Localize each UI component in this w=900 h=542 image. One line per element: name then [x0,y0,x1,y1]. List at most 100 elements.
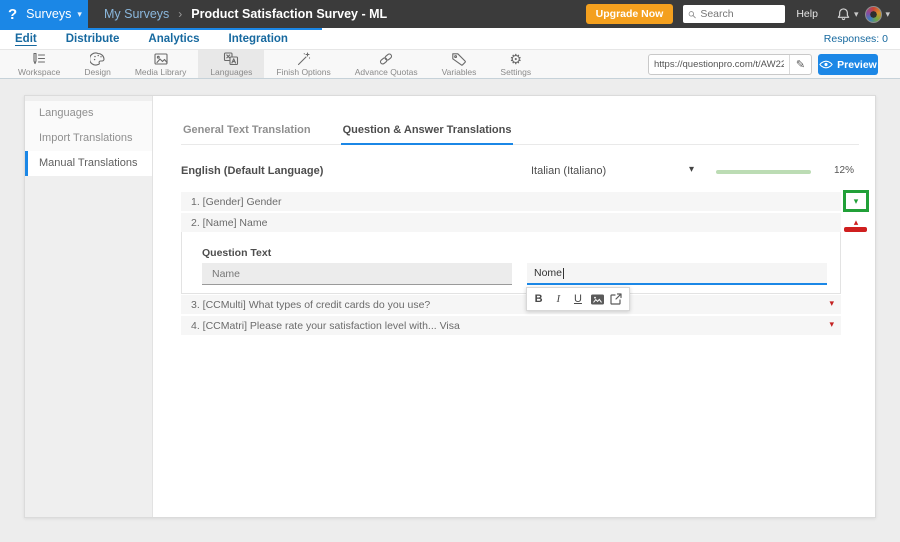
toolbar-label: Languages [210,66,253,77]
workspace-icon [31,52,47,66]
questionpro-logo-icon: ? [8,5,18,23]
edit-toolbar: Workspace Design Media Library Languages… [0,50,900,79]
toolbar-label: Finish Options [276,66,331,77]
sidebar-item-manual-translations[interactable]: Manual Translations [25,151,152,176]
translation-tabs: General Text Translation Question & Answ… [181,124,859,145]
tab-question-answer-translations[interactable]: Question & Answer Translations [340,124,514,145]
external-link-icon [610,293,622,305]
question-row-4[interactable]: 4. [CCMatri] Please rate your satisfacti… [181,316,841,335]
survey-url-box: ✎ [648,54,812,75]
text-cursor [563,267,565,279]
sidebar-item-import-translations[interactable]: Import Translations [25,126,152,151]
question-label: 2. [Name] Name [191,216,268,229]
nav-analytics[interactable]: Analytics [148,33,199,45]
eye-icon [819,60,833,69]
edit-url-button[interactable]: ✎ [789,55,811,74]
translation-text-value: Nome [534,267,563,279]
product-menu[interactable]: ? Surveys ▾ [0,0,88,28]
expand-caret-icon[interactable]: ▾ [829,319,834,330]
product-menu-label: Surveys [26,7,72,21]
toolbar-label: Settings [500,66,532,77]
toolbar-design[interactable]: Design [72,50,122,78]
tag-icon [451,52,467,66]
toolbar-label: Variables [441,66,477,77]
toolbar-label: Workspace [18,66,61,77]
pencil-icon: ✎ [795,59,806,71]
question-label: 4. [CCMatri] Please rate your satisfacti… [191,319,460,332]
translation-text-field[interactable]: Nome [527,263,827,285]
expand-caret-icon[interactable]: ▾ [854,196,859,207]
expand-caret-icon[interactable]: ▾ [829,298,834,309]
nav-distribute[interactable]: Distribute [66,33,120,45]
gear-icon: ⚙ [509,50,523,67]
active-survey-indicator [0,28,322,30]
question-text-label: Question Text [202,247,272,259]
question-list: 1. [Gender] Gender 2. [Name] Name Questi… [181,190,869,335]
format-toolbar: B I U [526,287,630,311]
question-2-editor-panel: Question Text Name Nome [181,232,841,294]
toolbar-workspace[interactable]: Workspace [6,50,72,78]
toolbar-label: Design [84,66,111,77]
chevron-down-icon: ▾ [77,8,82,19]
question-label: 1. [Gender] Gender [191,195,282,208]
target-language-select[interactable]: Italian (Italiano) [531,165,606,177]
source-text-value: Name [212,267,241,280]
chain-link-icon [378,52,394,66]
global-search[interactable] [683,5,786,23]
toolbar-languages[interactable]: Languages [198,50,265,78]
source-text-field: Name [202,263,512,285]
translations-card: Languages Import Translations Manual Tra… [24,95,876,518]
translation-progress-percent: 12% [834,165,855,176]
media-image-icon [153,52,169,66]
insert-image-button[interactable] [590,293,606,306]
translation-progress-bar [716,170,811,174]
search-input[interactable] [700,8,781,20]
tab-general-text-translation[interactable]: General Text Translation [181,124,313,144]
translations-content: General Text Translation Question & Answ… [153,96,875,517]
chevron-down-icon: ▾ [885,8,890,19]
annotation-red-underline [844,227,867,232]
toolbar-label: Advance Quotas [354,66,418,77]
magic-wand-icon [296,51,312,66]
toolbar-variables[interactable]: Variables [430,50,489,78]
responses-count[interactable]: Responses: 0 [824,33,888,45]
preview-label: Preview [837,58,877,71]
italic-button[interactable]: I [550,293,566,305]
question-row-2[interactable]: 2. [Name] Name [181,213,841,232]
toolbar-settings[interactable]: ⚙ Settings [488,50,543,78]
help-link[interactable]: Help [796,8,818,20]
survey-section-nav: Edit Distribute Analytics Integration Re… [0,28,900,50]
upgrade-now-button[interactable]: Upgrade Now [585,4,674,24]
question-label: 3. [CCMulti] What types of credit cards … [191,298,431,311]
bold-button[interactable]: B [531,293,547,305]
chevron-down-icon[interactable]: ▾ [689,164,694,175]
breadcrumb-separator-icon: › [178,7,183,21]
sidebar-item-languages[interactable]: Languages [25,101,152,126]
nav-integration[interactable]: Integration [229,33,288,45]
toolbar-media-library[interactable]: Media Library [123,50,199,78]
top-navbar: ? Surveys ▾ My Surveys › Product Satisfa… [0,0,900,28]
bell-icon [837,7,850,20]
survey-url-input[interactable] [649,59,789,70]
design-palette-icon [89,51,106,66]
toolbar-finish-options[interactable]: Finish Options [264,50,342,78]
breadcrumb-my-surveys[interactable]: My Surveys [104,7,169,21]
preview-button[interactable]: Preview [818,54,878,75]
question-row-1[interactable]: 1. [Gender] Gender [181,192,841,211]
breadcrumb-survey-title: Product Satisfaction Survey - ML [191,7,388,21]
question-row-3[interactable]: 3. [CCMulti] What types of credit cards … [181,295,841,314]
avatar [865,5,883,23]
toolbar-label: Media Library [134,66,187,77]
toolbar-advance-quotas[interactable]: Advance Quotas [343,50,430,78]
notifications-menu[interactable]: ▾ [836,7,859,22]
search-icon [688,10,697,18]
nav-edit[interactable]: Edit [15,33,37,45]
chevron-down-icon: ▾ [853,8,859,19]
account-menu[interactable]: ▾ [865,5,890,23]
underline-button[interactable]: U [570,293,586,305]
languages-translate-icon [223,51,239,66]
insert-link-button[interactable] [609,292,625,306]
language-header-row: English (Default Language) Italian (Ital… [181,162,859,182]
image-icon [590,294,604,304]
breadcrumb: My Surveys › Product Satisfaction Survey… [104,7,387,21]
